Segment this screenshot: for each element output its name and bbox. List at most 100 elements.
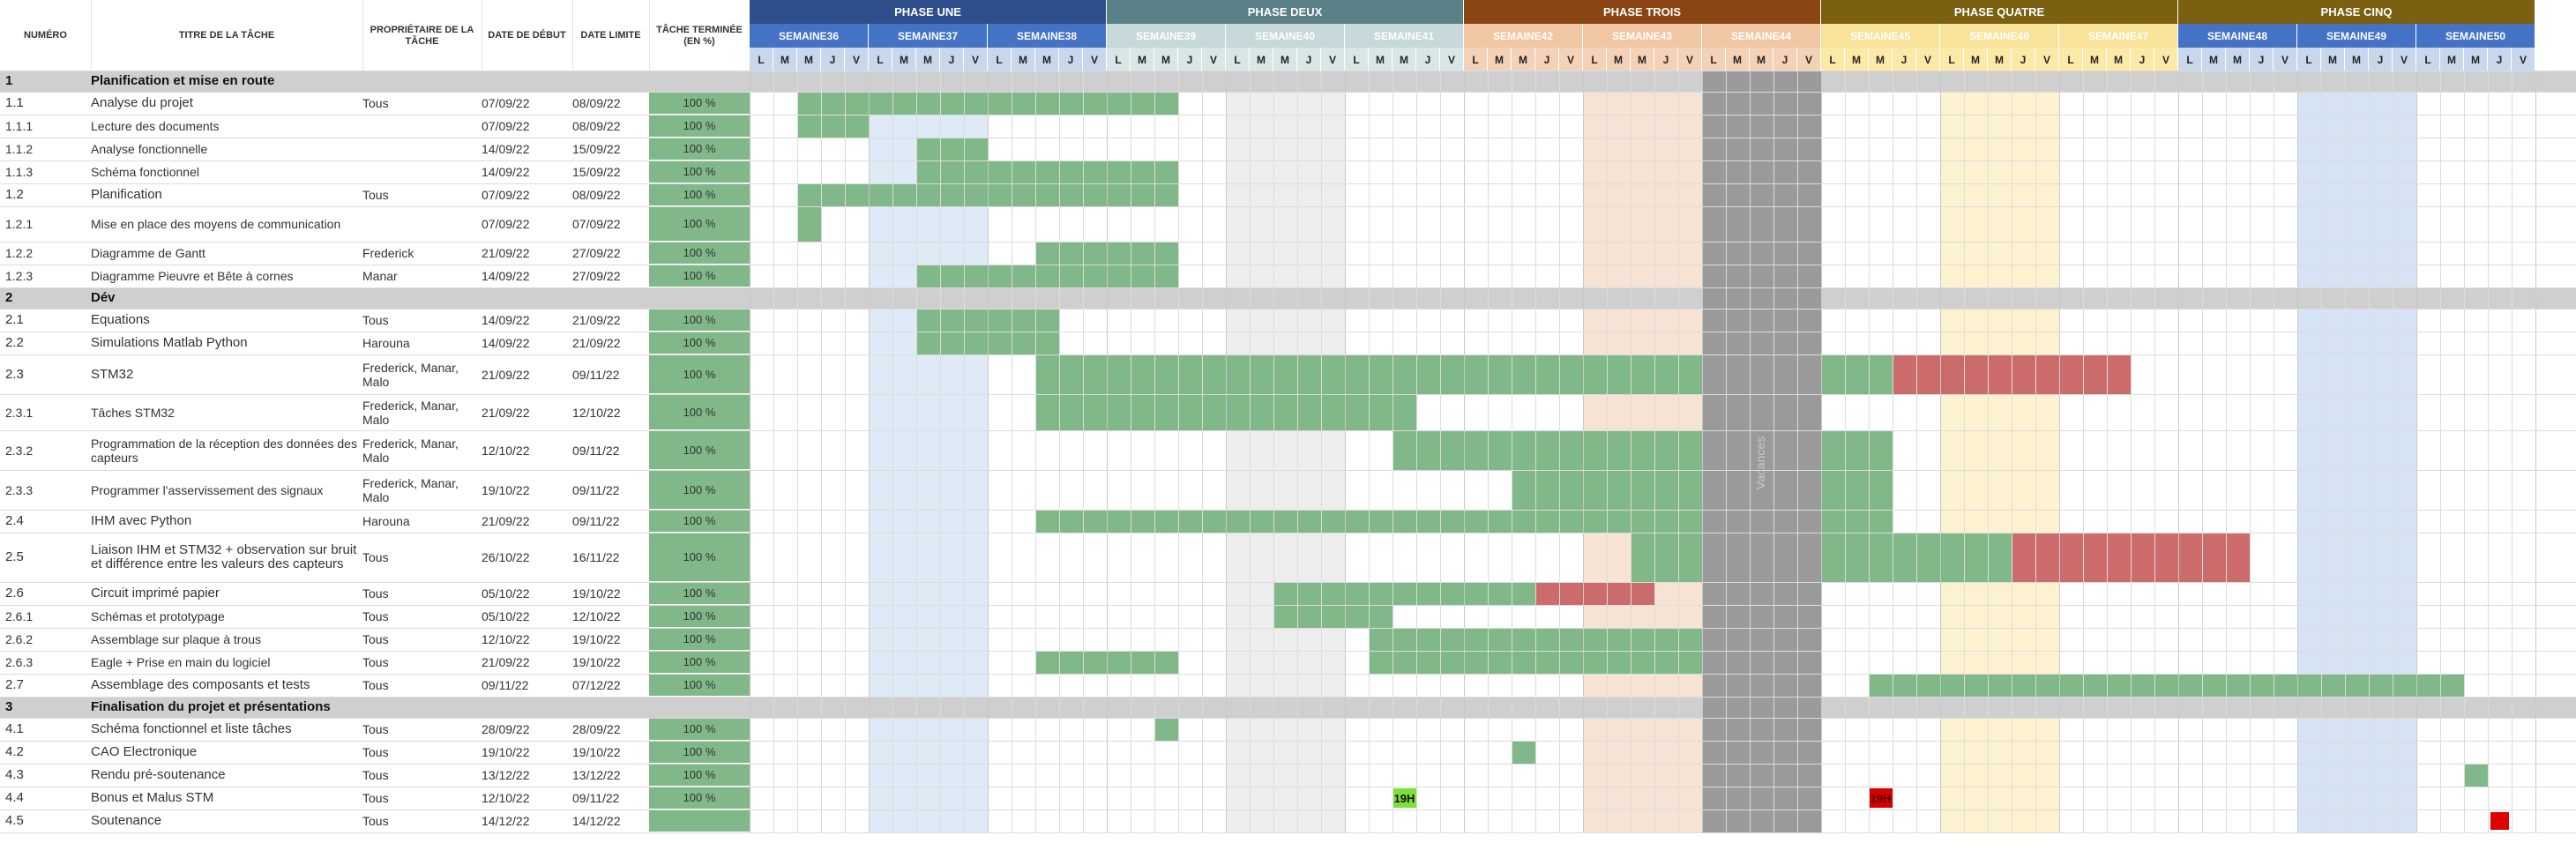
task-owner: Tous bbox=[362, 722, 389, 736]
task-percent-complete: 100 % bbox=[649, 764, 750, 787]
task-owner: Tous bbox=[362, 96, 389, 110]
task-title: Schéma fonctionnel et liste tâches bbox=[91, 721, 292, 736]
header-date-limite: DATE LIMITE bbox=[580, 30, 641, 41]
grid-hline bbox=[0, 764, 2576, 765]
task-owner bbox=[362, 138, 482, 160]
day-letter: V bbox=[1916, 48, 1940, 71]
task-start-date: 05/10/22 bbox=[482, 586, 530, 601]
day-letter: M bbox=[2202, 48, 2226, 71]
week-header: SEMAINE43 bbox=[1583, 24, 1702, 48]
task-start-date: 19/10/22 bbox=[482, 482, 530, 497]
task-end-date: 19/10/22 bbox=[572, 586, 621, 601]
gantt-bar bbox=[1821, 430, 1893, 470]
task-percent-complete: 100 % bbox=[649, 206, 750, 242]
day-letter: J bbox=[1654, 48, 1678, 71]
task-owner bbox=[362, 160, 482, 183]
gantt-sheet: NUMÉRO TITRE DE LA TÂCHE PROPRIÉTAIRE DE L… bbox=[0, 0, 2576, 858]
week-header: SEMAINE39 bbox=[1107, 24, 1226, 48]
task-title: Schéma fonctionnel bbox=[91, 165, 199, 179]
gantt-bar bbox=[797, 206, 821, 242]
gantt-marker-label: 19H bbox=[1869, 788, 1893, 808]
task-number: 1.1 bbox=[5, 95, 24, 110]
task-owner: Harouna bbox=[362, 514, 410, 528]
week-header: SEMAINE47 bbox=[2059, 24, 2178, 48]
task-owner: Frederick bbox=[362, 246, 414, 260]
day-letter: M bbox=[1488, 48, 1512, 71]
day-letter: L bbox=[869, 48, 892, 71]
header-numero: NUMÉRO bbox=[24, 30, 67, 41]
phase-header-3: PHASE TROIS bbox=[1464, 0, 1821, 24]
task-end-date: 27/09/22 bbox=[572, 269, 621, 283]
day-letter: M bbox=[1012, 48, 1035, 71]
task-end-date: 09/11/22 bbox=[572, 367, 620, 382]
day-letter: M bbox=[1631, 48, 1654, 71]
task-number: 4.3 bbox=[5, 767, 24, 782]
gantt-bar bbox=[1631, 533, 1702, 582]
task-percent-complete: 100 % bbox=[649, 510, 750, 533]
task-owner: Tous bbox=[362, 745, 389, 759]
day-letter: M bbox=[2321, 48, 2345, 71]
week-header: SEMAINE41 bbox=[1345, 24, 1464, 48]
task-title: Analyse fonctionnelle bbox=[91, 142, 208, 156]
task-percent-complete: 100 % bbox=[649, 92, 750, 115]
task-start-date: 14/12/22 bbox=[482, 814, 530, 828]
grid-hline bbox=[0, 832, 2576, 833]
task-title: Equations bbox=[91, 312, 150, 327]
task-percent-complete: 100 % bbox=[649, 605, 750, 628]
task-number: 4.5 bbox=[5, 813, 24, 828]
task-title: Tâches STM32 bbox=[91, 405, 175, 420]
grid-hline bbox=[0, 115, 2576, 116]
day-letter: V bbox=[2274, 48, 2297, 71]
task-start-date: 07/09/22 bbox=[482, 96, 530, 110]
task-owner bbox=[362, 206, 482, 242]
task-title: STM32 bbox=[91, 366, 134, 382]
day-letter: V bbox=[845, 48, 869, 71]
day-letter: M bbox=[773, 48, 797, 71]
task-number: 2.3 bbox=[5, 366, 24, 382]
week-header: SEMAINE42 bbox=[1464, 24, 1583, 48]
task-number: 1.2.1 bbox=[5, 217, 34, 231]
day-letter: L bbox=[1821, 48, 1845, 71]
day-letter: M bbox=[1250, 48, 1273, 71]
task-start-date: 12/10/22 bbox=[482, 443, 530, 458]
day-letter: J bbox=[2012, 48, 2035, 71]
task-title: Mise en place des moyens de communicatio… bbox=[91, 217, 341, 231]
task-owner: Tous bbox=[362, 655, 389, 669]
gantt-bar bbox=[2490, 812, 2509, 830]
task-number: 2.4 bbox=[5, 513, 24, 528]
task-start-date: 21/09/22 bbox=[482, 246, 530, 260]
task-end-date: 08/09/22 bbox=[572, 119, 621, 133]
task-end-date: 19/10/22 bbox=[572, 632, 621, 646]
week-header: SEMAINE50 bbox=[2416, 24, 2535, 48]
day-letter: L bbox=[1107, 48, 1131, 71]
day-letter: J bbox=[1773, 48, 1797, 71]
gantt-bar bbox=[1512, 741, 1535, 764]
gantt-bar bbox=[797, 115, 869, 138]
task-title: Lecture des documents bbox=[91, 119, 220, 133]
task-percent-complete: 100 % bbox=[649, 787, 750, 810]
task-owner: Tous bbox=[362, 188, 389, 202]
task-title: CAO Electronique bbox=[91, 744, 198, 759]
grid-vline-left bbox=[91, 0, 92, 71]
day-letter: L bbox=[988, 48, 1012, 71]
header-proprietaire: PROPRIÉTAIRE DE LA TÂCHE bbox=[370, 24, 474, 47]
day-letter: V bbox=[1678, 48, 1702, 71]
task-start-date: 12/10/22 bbox=[482, 632, 530, 646]
task-start-date: 14/09/22 bbox=[482, 269, 530, 283]
week-header: SEMAINE49 bbox=[2297, 24, 2416, 48]
task-number: 1.2 bbox=[5, 187, 24, 202]
task-end-date: 16/11/22 bbox=[572, 550, 620, 564]
gantt-bar bbox=[1821, 510, 1893, 533]
task-title: Programmation de la réception des donnée… bbox=[91, 436, 357, 465]
task-start-date: 14/09/22 bbox=[482, 336, 530, 350]
task-start-date: 13/12/22 bbox=[482, 768, 530, 782]
task-number: 1.1.3 bbox=[5, 165, 34, 179]
phase-header-4: PHASE QUATRE bbox=[1821, 0, 2178, 24]
task-title: Assemblage sur plaque à trous bbox=[91, 632, 261, 646]
task-end-date: 12/10/22 bbox=[572, 609, 621, 623]
task-owner: Frederick, Manar, Malo bbox=[362, 398, 459, 427]
task-percent-complete: 100 % bbox=[649, 651, 750, 674]
day-letter: J bbox=[940, 48, 964, 71]
day-letter: L bbox=[1940, 48, 1964, 71]
day-letter: M bbox=[2107, 48, 2131, 71]
